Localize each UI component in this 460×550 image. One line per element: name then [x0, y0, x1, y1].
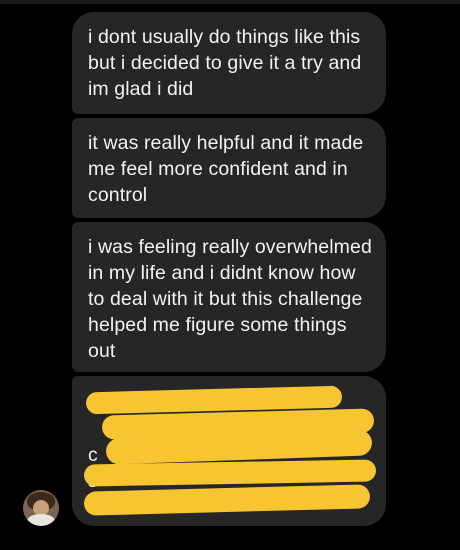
redaction-scribble — [83, 484, 371, 516]
message-bubble[interactable]: i dont usually do things like this but i… — [72, 12, 386, 114]
message-bubble[interactable]: i was feeling really overwhelmed in my l… — [72, 222, 386, 372]
screen-top-edge — [0, 0, 460, 4]
avatar-shirt — [27, 514, 55, 526]
message-bubble[interactable]: it was really helpful and it made me fee… — [72, 118, 386, 218]
redacted-message-bubble[interactable]: c s — [72, 376, 386, 526]
redaction-scribble — [83, 459, 377, 487]
sender-avatar[interactable] — [23, 490, 59, 526]
